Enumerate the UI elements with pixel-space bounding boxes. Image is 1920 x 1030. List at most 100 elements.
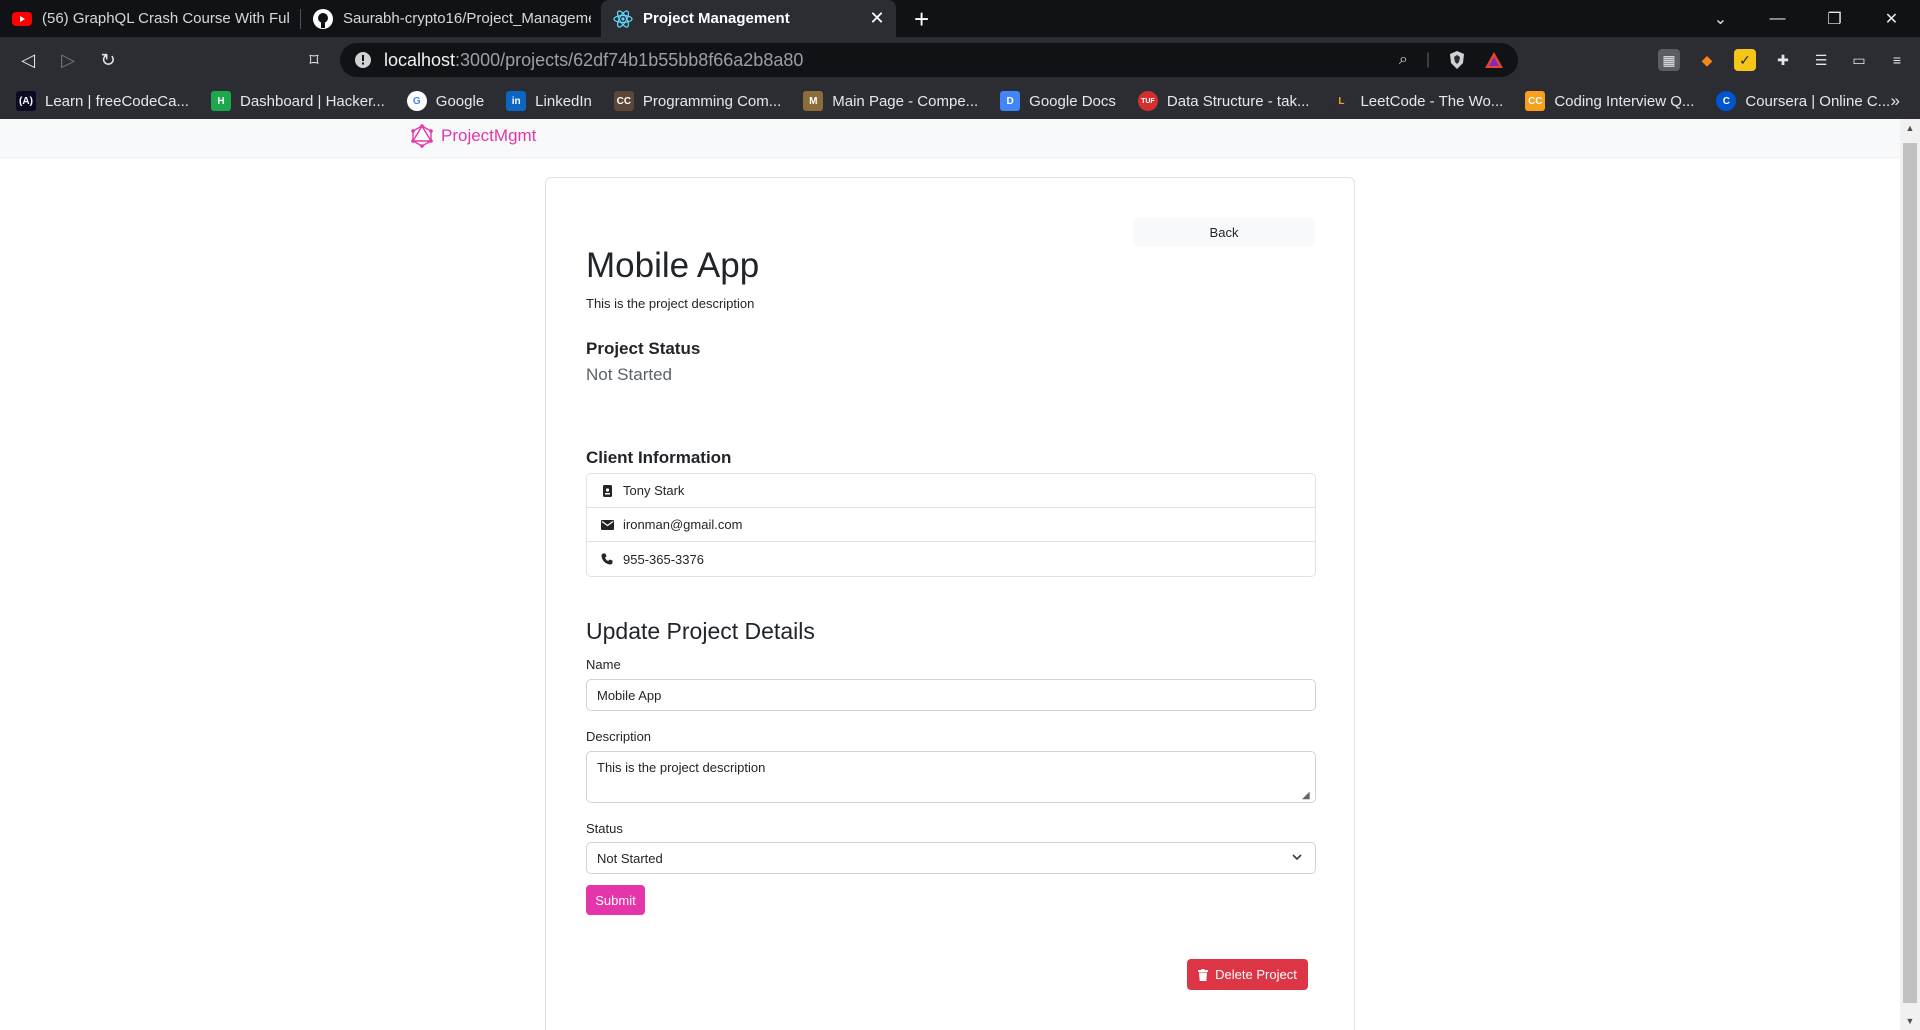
wallet-icon[interactable]: ▭ — [1848, 49, 1870, 71]
google-docs-icon: D — [1000, 91, 1021, 111]
chevron-down-icon — [1292, 854, 1302, 861]
minimize-icon[interactable]: — — [1749, 10, 1806, 28]
scroll-down-icon[interactable]: ▼ — [1900, 1016, 1920, 1026]
project-description: This is the project description — [586, 296, 755, 311]
trash-icon — [1198, 968, 1209, 981]
project-card: Back Mobile App This is the project desc… — [545, 177, 1355, 1030]
brave-shield-icon[interactable] — [1448, 50, 1466, 70]
bookmark-cp-algorithms[interactable]: M Main Page - Compe... — [803, 91, 978, 111]
more-bookmarks-icon[interactable]: » — [1891, 91, 1900, 111]
project-name: Mobile App — [586, 246, 760, 285]
status-selected-value: Not Started — [597, 850, 663, 866]
bookmark-label: Google — [435, 92, 485, 110]
bookmark-google-docs[interactable]: D Google Docs — [1000, 91, 1116, 111]
scroll-up-icon[interactable]: ▲ — [1900, 123, 1920, 133]
bookmark-hackerrank[interactable]: H Dashboard | Hacker... — [210, 91, 385, 111]
bookmark-label: Main Page - Compe... — [832, 92, 979, 110]
bookmark-codechef[interactable]: CC Programming Com... — [613, 91, 781, 111]
description-textarea[interactable]: This is the project description — [586, 751, 1316, 803]
bookmark-label: Data Structure - tak... — [1166, 92, 1310, 110]
bookmark-leetcode[interactable]: L LeetCode - The Wo... — [1331, 91, 1503, 111]
phone-icon — [600, 553, 614, 565]
extension-image-icon[interactable]: ▦ — [1658, 49, 1680, 71]
client-info-list: Tony Stark ironman@gmail.com 955-365-337… — [586, 473, 1316, 577]
menu-icon[interactable]: ≡ — [1886, 49, 1908, 71]
browser-tab-bar: (56) GraphQL Crash Course With Full S Sa… — [0, 0, 1920, 37]
restore-icon[interactable]: ❐ — [1806, 9, 1863, 29]
id-badge-icon — [600, 484, 614, 497]
scroll-thumb[interactable] — [1903, 143, 1917, 1003]
client-phone: 955-365-3376 — [623, 551, 704, 567]
client-phone-item: 955-365-3376 — [587, 542, 1315, 576]
reload-icon[interactable]: ↻ — [88, 50, 128, 71]
address-bar-actions: ⌕ | — [1399, 43, 1504, 77]
youtube-icon — [12, 11, 32, 26]
bookmark-icon[interactable]: ⌑ — [294, 50, 334, 71]
close-window-icon[interactable]: ✕ — [1863, 9, 1920, 29]
tab-project-management[interactable]: Project Management ✕ — [601, 0, 896, 37]
client-info-heading: Client Information — [586, 448, 732, 467]
google-icon: G — [406, 91, 427, 111]
cp-icon: M — [803, 91, 824, 111]
codechef-icon: CC — [613, 91, 634, 111]
tab-title: (56) GraphQL Crash Course With Full S — [42, 10, 290, 27]
extension-icons: ▦ ◆ ✓ ✚ ☰ ▭ ≡ — [1658, 37, 1908, 83]
project-status-value: Not Started — [586, 365, 672, 384]
site-info-icon[interactable] — [354, 51, 372, 69]
name-label: Name — [586, 657, 621, 672]
status-select[interactable]: Not Started — [586, 842, 1316, 874]
app-navbar: ProjectMgmt — [0, 119, 1900, 157]
bookmark-label: Google Docs — [1029, 92, 1116, 110]
bookmark-google[interactable]: G Google — [406, 91, 485, 111]
github-icon — [313, 8, 333, 29]
todo-extension-icon[interactable]: ✓ — [1734, 49, 1756, 71]
bookmark-label: Learn | freeCodeCa... — [45, 92, 189, 110]
envelope-icon — [600, 519, 614, 530]
forward-icon[interactable]: ▷ — [48, 50, 88, 71]
resize-handle-icon[interactable]: ◢ — [1302, 790, 1310, 801]
bookmark-coursera[interactable]: C Coursera | Online C... — [1716, 91, 1890, 111]
close-tab-icon[interactable]: ✕ — [868, 8, 886, 29]
page-scrollbar[interactable]: ▲ ▼ — [1900, 119, 1920, 1030]
bookmark-label: Dashboard | Hacker... — [239, 92, 385, 110]
address-bar[interactable]: localhost:3000/projects/62df74b1b55bb8f6… — [340, 43, 1518, 77]
window-controls: ⌄ — ❐ ✕ — [1692, 0, 1920, 37]
bookmark-label: Coding Interview Q... — [1554, 92, 1695, 110]
tab-github-repo[interactable]: Saurabh-crypto16/Project_Manageme — [301, 0, 601, 37]
react-icon — [613, 9, 633, 28]
tab-search-chevron-icon[interactable]: ⌄ — [1692, 9, 1749, 29]
brave-rewards-icon[interactable] — [1484, 51, 1504, 69]
new-tab-icon[interactable]: + — [914, 6, 929, 32]
client-name-item: Tony Stark — [587, 474, 1315, 508]
bookmark-coding-interview[interactable]: CC Coding Interview Q... — [1525, 91, 1694, 111]
bookmark-linkedin[interactable]: in LinkedIn — [506, 91, 592, 111]
coursera-icon: C — [1716, 91, 1737, 111]
url-path: :3000/projects/62df74b1b55bb8f66a2b8a80 — [455, 49, 804, 70]
bookmark-freecodecamp[interactable]: (A) Learn | freeCodeCa... — [16, 91, 189, 111]
bookmark-takeuforward[interactable]: TUF Data Structure - tak... — [1137, 91, 1310, 111]
client-email-item: ironman@gmail.com — [587, 508, 1315, 542]
delete-project-button[interactable]: Delete Project — [1187, 959, 1308, 990]
bookmarks-bar: (A) Learn | freeCodeCa... H Dashboard | Ha… — [0, 83, 1920, 119]
back-icon[interactable]: ◁ — [8, 50, 48, 71]
media-queue-icon[interactable]: ☰ — [1810, 49, 1832, 71]
linkedin-icon: in — [506, 91, 527, 111]
metamask-icon[interactable]: ◆ — [1696, 49, 1718, 71]
puzzle-extensions-icon[interactable]: ✚ — [1772, 49, 1794, 71]
zoom-icon[interactable]: ⌕ — [1399, 51, 1408, 69]
browser-toolbar: ◁ ▷ ↻ ⌑ localhost:3000/projects/62df74b1… — [0, 37, 1920, 83]
tab-graphql-video[interactable]: (56) GraphQL Crash Course With Full S — [0, 0, 300, 37]
client-name: Tony Stark — [623, 483, 685, 498]
hackerrank-icon: H — [210, 91, 231, 111]
submit-button[interactable]: Submit — [586, 885, 645, 915]
back-button[interactable]: Back — [1133, 218, 1315, 246]
brand-link[interactable]: ProjectMgmt — [411, 124, 536, 148]
freecodecamp-icon: (A) — [16, 91, 36, 111]
status-label: Status — [586, 821, 623, 836]
update-details-heading: Update Project Details — [586, 618, 815, 644]
brand-name: ProjectMgmt — [441, 126, 537, 145]
name-input[interactable] — [586, 679, 1316, 711]
description-label: Description — [586, 729, 652, 744]
leetcode-icon: L — [1331, 91, 1352, 111]
tuf-icon: TUF — [1137, 91, 1158, 111]
